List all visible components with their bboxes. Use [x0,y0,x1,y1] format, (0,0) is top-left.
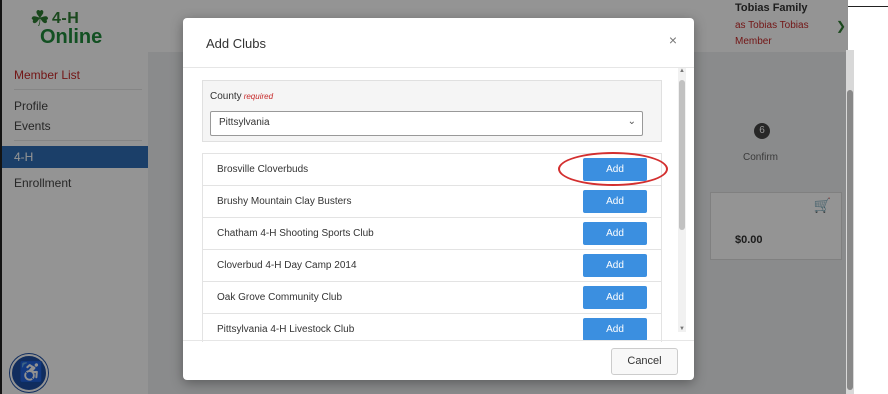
cancel-button[interactable]: Cancel [611,348,678,375]
modal-divider [183,340,694,341]
chevron-down-icon: ⌄ [627,116,636,127]
add-clubs-modal: Add Clubs × County required Pittsylvania … [183,18,694,380]
add-club-button[interactable]: Add [583,286,647,309]
club-name: Brosville Cloverbuds [217,164,309,175]
modal-scrollbar[interactable]: ▲ ▼ [678,68,686,332]
required-marker: required [243,92,274,101]
scrollbar-thumb[interactable] [679,80,685,230]
club-name: Oak Grove Community Club [217,292,343,303]
scrollbar-thumb[interactable] [847,90,853,390]
county-label-text: County [210,91,242,102]
scroll-up-icon[interactable]: ▲ [679,68,685,74]
club-name: Cloverbud 4-H Day Camp 2014 [217,260,357,271]
modal-body: County required Pittsylvania ⌄ Brosville … [202,80,678,342]
club-name: Chatham 4-H Shooting Sports Club [217,228,374,239]
add-club-button[interactable]: Add [583,222,647,245]
county-label: County required [210,91,273,102]
scroll-down-icon[interactable]: ▼ [679,326,685,332]
club-name: Pittsylvania 4-H Livestock Club [217,324,355,335]
page-scrollbar[interactable] [846,50,854,394]
add-club-button[interactable]: Add [583,254,647,277]
modal-title: Add Clubs [206,36,266,51]
annotation-ellipse [558,152,668,186]
list-item: Oak Grove Community Club Add [202,281,662,313]
list-item: Chatham 4-H Shooting Sports Club Add [202,217,662,249]
list-item: Brushy Mountain Clay Busters Add [202,185,662,217]
county-select[interactable]: Pittsylvania ⌄ [210,111,643,136]
list-item: Cloverbud 4-H Day Camp 2014 Add [202,249,662,281]
close-icon[interactable]: × [669,32,677,48]
modal-divider [183,67,694,68]
add-club-button[interactable]: Add [583,318,647,341]
add-club-button[interactable]: Add [583,190,647,213]
list-item: Pittsylvania 4-H Livestock Club Add [202,313,662,342]
county-select-value: Pittsylvania [219,117,270,128]
county-card: County required Pittsylvania ⌄ [202,80,662,142]
frame-border-top [848,6,888,7]
club-name: Brushy Mountain Clay Busters [217,196,352,207]
